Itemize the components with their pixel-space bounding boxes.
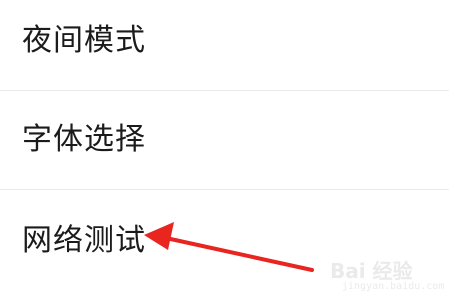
settings-item-font-selection[interactable]: 字体选择: [0, 91, 449, 189]
settings-item-label: 字体选择: [22, 122, 146, 157]
settings-item-network-test[interactable]: 网络测试: [0, 190, 449, 288]
settings-item-night-mode[interactable]: 夜间模式: [0, 0, 449, 90]
settings-item-label: 夜间模式: [22, 23, 146, 58]
settings-item-label: 网络测试: [22, 223, 146, 258]
settings-list: 夜间模式 字体选择 网络测试: [0, 0, 449, 304]
